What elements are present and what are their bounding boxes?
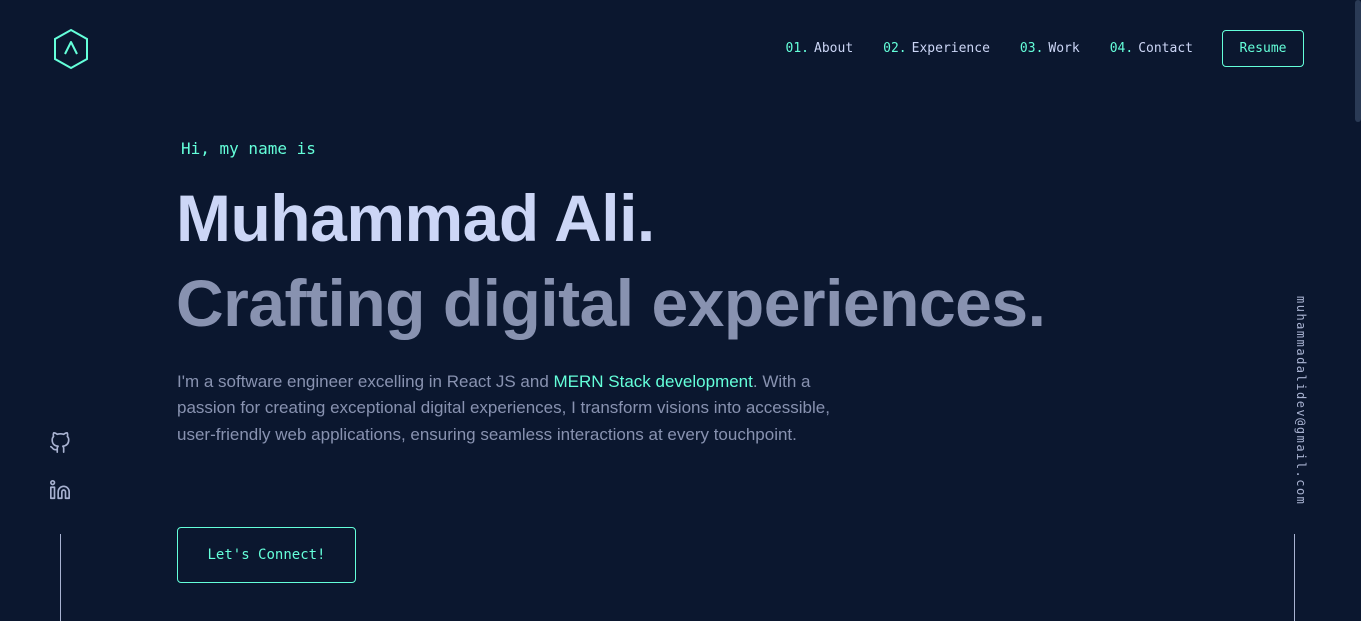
nav-item-work[interactable]: 03. Work [1020,40,1080,58]
linkedin-icon[interactable] [49,479,71,501]
resume-button[interactable]: Resume [1222,30,1304,67]
hero-name: Muhammad Ali. [176,181,655,255]
hero-bio: I'm a software engineer excelling in Rea… [177,369,837,448]
hero-tagline: Crafting digital experiences. [176,266,1046,340]
nav-item-number: 03. [1019,41,1044,56]
nav-item-number: 02. [883,41,907,56]
nav-item-about[interactable]: 01. About [786,40,854,58]
logo-icon[interactable] [52,28,90,70]
hero-greeting: Hi, my name is [181,139,316,158]
left-divider-line [60,534,61,621]
main-nav: 01. About 02. Experience 03. Work 04. Co… [756,40,1193,58]
github-icon[interactable] [49,432,71,454]
nav-item-number: 01. [785,41,810,56]
bio-text: I'm a software engineer excelling in Rea… [177,372,554,391]
nav-item-experience[interactable]: 02. Experience [883,40,990,58]
nav-item-number: 04. [1109,41,1134,56]
bio-highlight-link[interactable]: MERN Stack development [554,372,753,391]
nav-item-label: Contact [1138,41,1193,56]
nav-item-contact[interactable]: 04. Contact [1110,40,1193,58]
nav-item-label: Work [1048,41,1080,56]
nav-item-label: Experience [911,41,990,56]
email-link[interactable]: muhammadalidev@gmail.com [1294,296,1308,505]
right-divider-line [1294,534,1295,621]
lets-connect-button[interactable]: Let's Connect! [177,527,356,583]
scrollbar-thumb[interactable] [1355,0,1361,122]
nav-item-label: About [814,41,854,56]
